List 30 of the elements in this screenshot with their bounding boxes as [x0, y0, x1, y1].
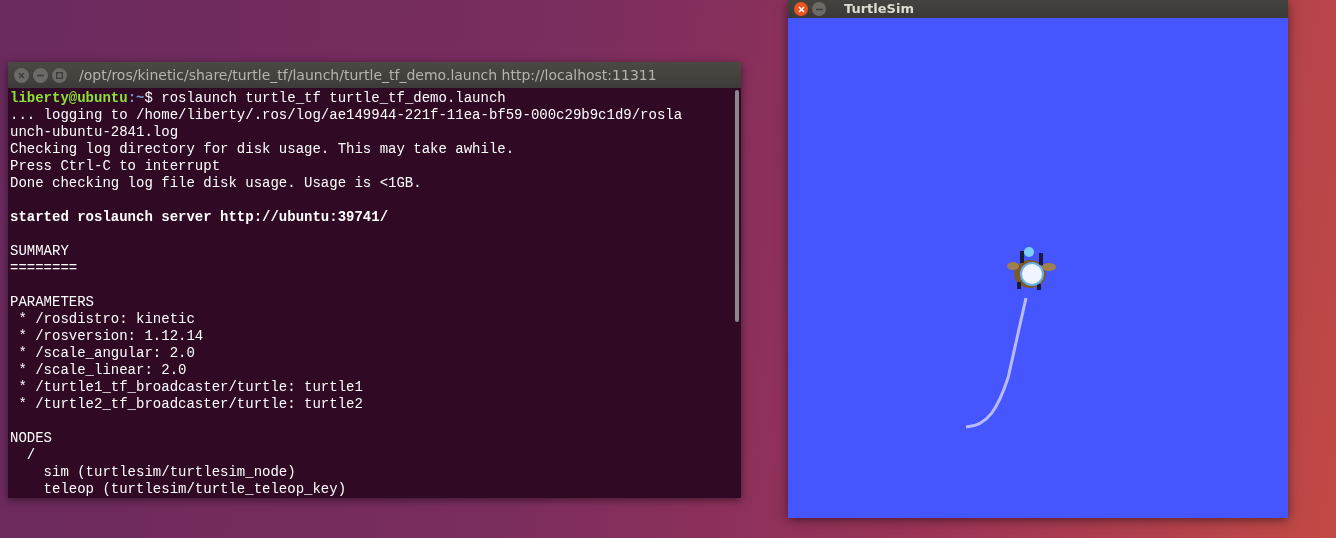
- maximize-button[interactable]: [52, 67, 67, 83]
- terminal-line: SUMMARY: [10, 243, 70, 260]
- terminal-line: Checking log directory for disk usage. This may take awhile.: [10, 141, 516, 158]
- terminal-line: Press Ctrl-C to interrupt: [10, 158, 222, 175]
- turtle-icon: [1007, 247, 1056, 290]
- terminal-line: teleop (turtlesim/turtle_teleop_key): [42, 481, 348, 498]
- scrollbar[interactable]: [735, 90, 739, 322]
- terminal-line: ... logging to /home/liberty/.ros/log/ae149944-221f-11ea-bf59-000c29b9c1d9/rosla: [10, 107, 684, 124]
- maximize-icon: [56, 71, 63, 79]
- terminal-line: * /turtle2_tf_broadcaster/turtle: turtle2: [17, 396, 364, 413]
- window-title: /opt/ros/kinetic/share/turtle_tf/launch/turtle_tf_demo.launch http://localhost:11311: [79, 65, 657, 85]
- terminal-line: Done checking log file disk usage. Usage is <1GB.: [10, 175, 423, 192]
- terminal-line: * /scale_angular: 2.0: [17, 345, 196, 362]
- terminal-line: * /scale_linear: 2.0: [17, 362, 188, 379]
- close-icon: [797, 5, 805, 13]
- terminal-line: ========: [10, 260, 79, 277]
- terminal-line: PARAMETERS: [10, 294, 95, 311]
- terminal-line: * /rosdistro: kinetic: [17, 311, 196, 328]
- terminal-line: NODES: [10, 430, 53, 447]
- terminal-line: * /rosversion: 1.12.14: [17, 328, 205, 345]
- terminal-line: * /turtle1_tf_broadcaster/turtle: turtle1: [17, 379, 364, 396]
- terminal-line: started roslaunch server http://ubuntu:39741/: [10, 209, 390, 226]
- terminal-line: unch-ubuntu-2841.log: [10, 124, 180, 141]
- close-icon: [18, 71, 25, 79]
- minimize-button[interactable]: [33, 67, 48, 83]
- terminal-line: /: [25, 447, 37, 464]
- window-title: TurtleSim: [844, 0, 914, 19]
- close-button[interactable]: [794, 2, 808, 16]
- terminal-line: sim (turtlesim/turtlesim_node): [42, 464, 297, 481]
- command-line: liberty@ubuntu:~$ roslaunch turtle_tf turtle_tf_demo.launch: [10, 90, 507, 107]
